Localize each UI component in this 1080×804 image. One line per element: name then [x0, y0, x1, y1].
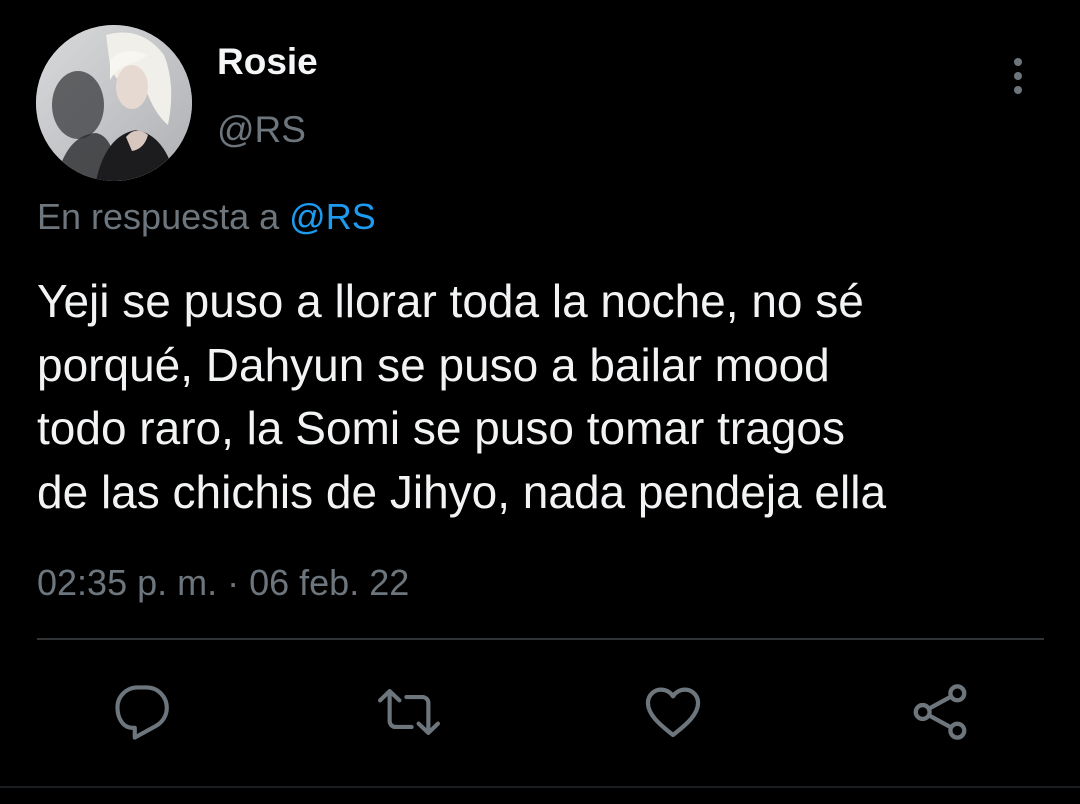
retweet-icon	[378, 689, 440, 735]
divider	[37, 638, 1044, 640]
divider	[0, 786, 1080, 788]
more-dot	[1014, 86, 1022, 94]
action-bar	[0, 676, 1080, 748]
share-icon	[913, 684, 967, 740]
more-options-button[interactable]	[998, 50, 1038, 102]
tweet-text-line: todo raro, la Somi se puso tomar tragos	[37, 402, 845, 454]
author-handle[interactable]: @RS	[217, 108, 306, 152]
reply-context-prefix: En respuesta a	[37, 196, 290, 237]
reply-context: En respuesta a @RS	[37, 195, 376, 239]
author-name[interactable]: Rosie	[217, 40, 318, 84]
retweet-button[interactable]	[373, 676, 445, 748]
tweet-text-line: de las chichis de Jihyo, nada pendeja el…	[37, 465, 887, 518]
tweet-text-line: Yeji se puso a llorar toda la noche, no …	[37, 275, 864, 327]
tweet-text-line: porqué, Dahyun se puso a bailar mood	[37, 338, 830, 391]
tweet-timestamp[interactable]: 02:35 p. m. · 06 feb. 22	[37, 561, 409, 605]
avatar-image	[36, 25, 192, 181]
share-button[interactable]	[904, 676, 976, 748]
avatar[interactable]	[36, 25, 192, 181]
like-button[interactable]	[637, 676, 709, 748]
tweet-detail: Rosie @RS En respuesta a @RS Yeji se pus…	[0, 0, 1080, 804]
reply-icon	[115, 685, 169, 740]
heart-icon	[645, 687, 701, 738]
tweet-text: Yeji se puso a llorar toda la noche, no …	[37, 270, 1047, 524]
reply-mention-link[interactable]: @RS	[289, 196, 376, 237]
more-dot	[1014, 72, 1022, 80]
reply-button[interactable]	[106, 676, 178, 748]
more-dot	[1014, 58, 1022, 66]
